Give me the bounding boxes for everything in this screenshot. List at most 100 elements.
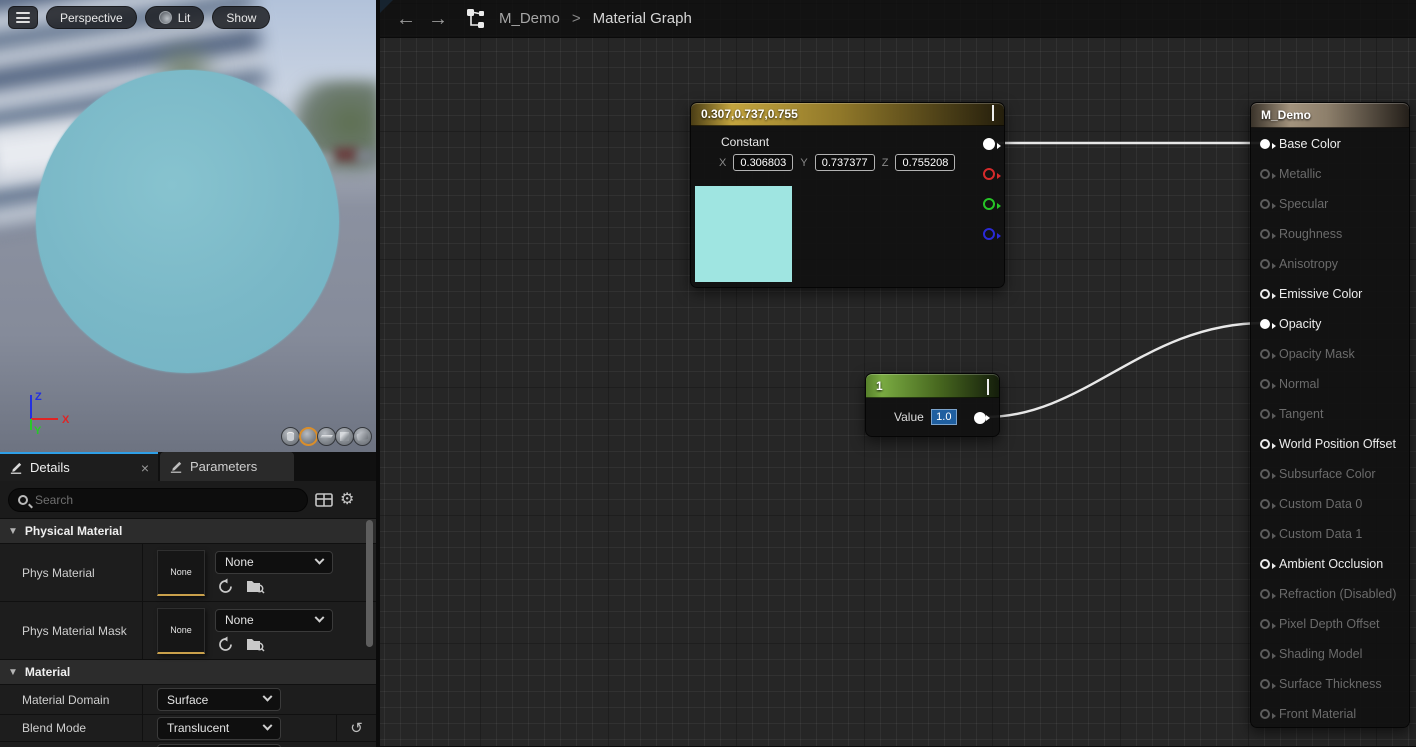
pin-circle-icon: [1260, 169, 1270, 179]
section-physical-material[interactable]: ▼ Physical Material: [0, 518, 376, 543]
material-pin[interactable]: Roughness: [1260, 219, 1342, 249]
pin-circle-icon: [1260, 349, 1270, 359]
viewport-toolbar: Perspective Lit Show: [8, 6, 270, 29]
row-phys-material: Phys Material None None: [0, 543, 376, 601]
search-input[interactable]: [35, 493, 255, 507]
breadcrumb-root[interactable]: M_Demo: [499, 10, 560, 27]
axis-gizmo: Z X Y: [22, 386, 74, 436]
lit-sphere-icon: [159, 11, 172, 24]
output-pin-g[interactable]: [983, 198, 995, 210]
perspective-button[interactable]: Perspective: [46, 6, 137, 29]
constant-xyz-fields: X 0.306803 Y 0.737377 Z 0.755208: [719, 154, 955, 171]
output-pin-rgb[interactable]: [983, 138, 995, 150]
material-pin[interactable]: Base Color: [1260, 129, 1341, 159]
material-pin[interactable]: Surface Thickness: [1260, 669, 1382, 699]
details-scrollbar[interactable]: [366, 520, 373, 647]
axis-x-label: X: [62, 414, 70, 426]
preview-viewport[interactable]: Perspective Lit Show Z X Y: [0, 0, 376, 452]
tab-close-icon[interactable]: ×: [141, 461, 149, 475]
material-pin[interactable]: Specular: [1260, 189, 1328, 219]
constant3-node-title: 0.307,0.737,0.755: [701, 107, 798, 121]
collapse-triangle-icon: ▼: [8, 526, 18, 537]
preview-sphere: [36, 70, 339, 373]
graph-toolbar: ← → M_Demo > Material Graph: [380, 0, 1416, 38]
material-node-header[interactable]: M_Demo: [1251, 103, 1409, 128]
material-pin[interactable]: Normal: [1260, 369, 1319, 399]
scalar-constant-node[interactable]: 1 Value 1.0: [865, 373, 1000, 437]
shape-cube-button[interactable]: [335, 427, 354, 446]
material-domain-dropdown[interactable]: Surface: [157, 688, 281, 711]
material-pin[interactable]: Ambient Occlusion: [1260, 549, 1383, 579]
material-graph-canvas[interactable]: ← → M_Demo > Material Graph 0.307,0.737,…: [380, 0, 1416, 746]
scalar-node-header[interactable]: 1: [866, 374, 999, 398]
material-result-node[interactable]: M_Demo Base Color Metallic Specular Roug…: [1250, 102, 1410, 728]
lit-label: Lit: [178, 11, 191, 25]
forward-arrow-button[interactable]: →: [428, 9, 448, 29]
pin-circle-icon: [1260, 679, 1270, 689]
material-pin[interactable]: Metallic: [1260, 159, 1321, 189]
material-pin[interactable]: Opacity: [1260, 309, 1321, 339]
material-pin[interactable]: Custom Data 1: [1260, 519, 1362, 549]
expand-chevron-down-icon[interactable]: [987, 379, 989, 393]
pin-circle-icon: [1260, 709, 1270, 719]
material-pin[interactable]: Front Material: [1260, 699, 1356, 729]
display-filter-icon[interactable]: [315, 492, 333, 508]
backdrop-car: [357, 150, 375, 162]
wire-opacity[interactable]: [986, 323, 1264, 417]
blend-mode-dropdown[interactable]: Translucent: [157, 717, 281, 740]
viewport-menu-button[interactable]: [8, 6, 38, 29]
scalar-output-pin[interactable]: [974, 412, 986, 424]
material-pin[interactable]: Opacity Mask: [1260, 339, 1355, 369]
material-pin[interactable]: World Position Offset: [1260, 429, 1396, 459]
phys-material-dropdown[interactable]: None: [215, 551, 333, 574]
reset-to-default-icon[interactable]: ↺: [350, 719, 363, 737]
shape-plane-button[interactable]: [317, 427, 336, 446]
phys-material-mask-dropdown[interactable]: None: [215, 609, 333, 632]
shape-sphere-button[interactable]: [299, 427, 318, 446]
material-pin[interactable]: Tangent: [1260, 399, 1323, 429]
graph-hierarchy-icon: [466, 8, 487, 29]
settings-gear-icon[interactable]: ⚙: [340, 492, 354, 508]
section-material[interactable]: ▼ Material: [0, 659, 376, 684]
shape-custom-mesh-button[interactable]: [353, 427, 372, 446]
y-axis-label: Y: [800, 157, 807, 169]
use-selected-asset-icon[interactable]: [217, 636, 234, 653]
phys-material-thumbnail[interactable]: None: [157, 550, 205, 596]
browse-to-asset-icon[interactable]: [246, 636, 265, 652]
output-pin-r[interactable]: [983, 168, 995, 180]
preview-shape-buttons: [282, 427, 372, 446]
pin-circle-icon: [1260, 319, 1270, 329]
use-selected-asset-icon[interactable]: [217, 578, 234, 595]
browse-to-asset-icon[interactable]: [246, 578, 265, 594]
material-pin[interactable]: Custom Data 0: [1260, 489, 1362, 519]
shape-cylinder-button[interactable]: [281, 427, 300, 446]
x-value-field[interactable]: 0.306803: [733, 154, 793, 171]
constant3-node[interactable]: 0.307,0.737,0.755 Constant X 0.306803 Y …: [690, 102, 1005, 288]
collapse-chevron-up-icon[interactable]: [992, 107, 994, 121]
breadcrumb-current[interactable]: Material Graph: [593, 10, 692, 27]
material-pin[interactable]: Pixel Depth Offset: [1260, 609, 1380, 639]
material-pin[interactable]: Anisotropy: [1260, 249, 1338, 279]
tab-parameters[interactable]: Parameters: [160, 452, 294, 481]
pin-circle-icon: [1260, 469, 1270, 479]
hamburger-icon: [16, 12, 30, 14]
chevron-down-icon: [263, 720, 273, 730]
material-pin[interactable]: Emissive Color: [1260, 279, 1362, 309]
constant3-node-header[interactable]: 0.307,0.737,0.755: [691, 103, 1004, 126]
material-pin[interactable]: Shading Model: [1260, 639, 1362, 669]
show-button[interactable]: Show: [212, 6, 270, 29]
search-box[interactable]: [8, 488, 308, 512]
material-pin[interactable]: Refraction (Disabled): [1260, 579, 1396, 609]
tab-details[interactable]: Details ×: [0, 452, 158, 481]
lit-button[interactable]: Lit: [145, 6, 205, 29]
y-value-field[interactable]: 0.737377: [815, 154, 875, 171]
back-arrow-button[interactable]: ←: [396, 9, 416, 29]
value-field[interactable]: 1.0: [931, 409, 957, 425]
pin-circle-icon: [1260, 529, 1270, 539]
output-pin-b[interactable]: [983, 228, 995, 240]
chevron-down-icon: [315, 554, 325, 564]
z-value-field[interactable]: 0.755208: [895, 154, 955, 171]
material-pin[interactable]: Subsurface Color: [1260, 459, 1376, 489]
phys-material-mask-thumbnail[interactable]: None: [157, 608, 205, 654]
axis-y-label: Y: [34, 425, 42, 436]
